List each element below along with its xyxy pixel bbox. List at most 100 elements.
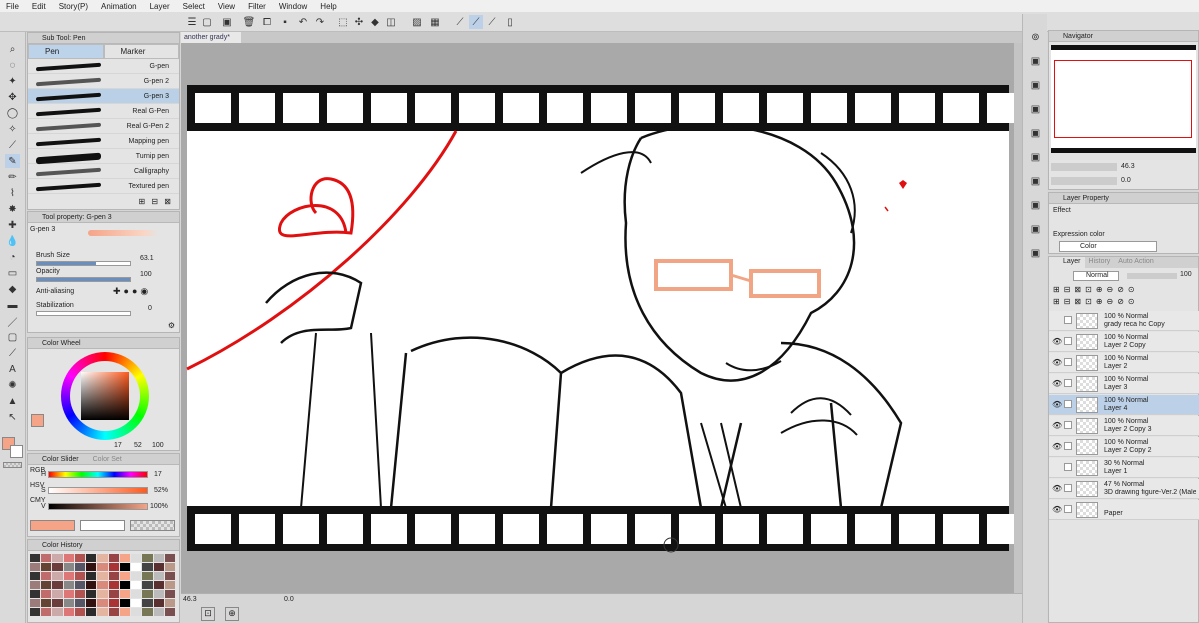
layer-actions-icon[interactable]: ⊞⊟⊠⊡⊕⊖⊘⊙ xyxy=(1053,297,1139,306)
history-swatch[interactable] xyxy=(131,608,142,616)
navigator-zoom-slider[interactable] xyxy=(1051,163,1117,171)
history-swatch[interactable] xyxy=(153,608,164,616)
pen-tool-icon[interactable]: ✎ xyxy=(5,154,20,168)
tab-history[interactable]: History xyxy=(1085,257,1115,268)
stabilization-slider[interactable] xyxy=(36,311,131,316)
history-swatch[interactable] xyxy=(153,572,164,580)
magic-wand-icon[interactable]: ✧ xyxy=(5,122,20,136)
colorslider-title[interactable]: Color Slider xyxy=(42,456,79,463)
hue-value[interactable]: 17 xyxy=(154,471,162,478)
subtool-item[interactable]: Calligraphy xyxy=(28,164,179,179)
crop-icon[interactable]: ▨ xyxy=(410,15,424,29)
eye-icon[interactable]: 👁 xyxy=(1052,358,1062,367)
eraser-icon[interactable]: ▭ xyxy=(5,266,20,280)
navigator-angle[interactable]: 0.0 xyxy=(1121,177,1131,184)
history-swatch[interactable] xyxy=(131,563,142,571)
menu-filter[interactable]: Filter xyxy=(248,2,266,11)
clear-icon[interactable]: ⧠ xyxy=(260,15,274,29)
bucket-icon[interactable]: ◆ xyxy=(368,15,382,29)
ruler-snap-icon[interactable]: ⟋ xyxy=(453,15,467,29)
history-swatch[interactable] xyxy=(63,563,74,571)
tab-layer[interactable]: Layer xyxy=(1049,257,1085,268)
panel-icon-7[interactable]: ▣ xyxy=(1028,198,1043,212)
hamburger-menu-icon[interactable]: ☰ xyxy=(185,15,199,29)
history-swatch[interactable] xyxy=(41,590,52,598)
history-swatch[interactable] xyxy=(86,590,97,598)
toolprop-settings-icon[interactable]: ⚙ xyxy=(168,321,175,330)
panel-icon-5[interactable]: ▣ xyxy=(1028,150,1043,164)
canvas-scrollbar[interactable] xyxy=(1014,43,1022,593)
wheel-main-color-icon[interactable] xyxy=(31,414,44,427)
history-swatch[interactable] xyxy=(119,599,131,607)
history-swatch[interactable] xyxy=(74,554,86,562)
transparent-color-swatch[interactable] xyxy=(3,462,22,468)
history-swatch[interactable] xyxy=(97,590,108,598)
menu-view[interactable]: View xyxy=(218,2,235,11)
history-swatch[interactable] xyxy=(30,599,41,607)
history-swatch[interactable] xyxy=(63,554,74,562)
panel-icon-2[interactable]: ▣ xyxy=(1028,78,1043,92)
zoom-icon[interactable]: ⌕ xyxy=(5,42,20,56)
subtool-item[interactable]: G-pen 3 xyxy=(28,89,179,104)
history-swatch[interactable] xyxy=(63,590,74,598)
history-swatch[interactable] xyxy=(97,554,108,562)
eye-icon[interactable]: 👁 xyxy=(1052,400,1062,409)
slider-main-swatch[interactable] xyxy=(30,520,75,531)
subtool-actions-icon[interactable]: ⊞ ⊟ ⊠ xyxy=(138,197,173,206)
brush-size-slider[interactable] xyxy=(36,261,131,266)
layer-row[interactable]: 👁 100 % Normal Layer 2 xyxy=(1049,353,1199,373)
fill-icon[interactable]: ▪ xyxy=(278,15,292,29)
history-swatch[interactable] xyxy=(164,581,175,589)
history-swatch[interactable] xyxy=(74,581,86,589)
status-zoom[interactable]: 46.3 xyxy=(183,596,197,603)
history-swatch[interactable] xyxy=(119,572,131,580)
history-swatch[interactable] xyxy=(142,590,153,598)
history-swatch[interactable] xyxy=(30,554,41,562)
brightness-value[interactable]: 100% xyxy=(150,503,168,510)
sub-color-swatch[interactable] xyxy=(10,445,23,458)
layer-row[interactable]: 👁 100 % Normal Layer 2 Copy xyxy=(1049,332,1199,352)
navigator-icon[interactable]: ⊕ xyxy=(225,607,239,621)
history-swatch[interactable] xyxy=(86,572,97,580)
artwork-canvas[interactable] xyxy=(181,43,1023,593)
history-swatch[interactable] xyxy=(52,554,63,562)
history-swatch[interactable] xyxy=(86,563,97,571)
history-swatch[interactable] xyxy=(142,608,153,616)
balloon-icon[interactable]: ✺ xyxy=(5,378,20,392)
history-swatch[interactable] xyxy=(30,563,41,571)
history-swatch[interactable] xyxy=(74,563,86,571)
history-swatch[interactable] xyxy=(108,590,119,598)
history-swatch[interactable] xyxy=(30,581,41,589)
history-swatch[interactable] xyxy=(164,590,175,598)
subtool-item[interactable]: Textured pen xyxy=(28,179,179,194)
layer-lock-checkbox[interactable] xyxy=(1064,337,1072,345)
history-swatch[interactable] xyxy=(52,599,63,607)
value-slider[interactable] xyxy=(48,503,148,510)
grid-icon[interactable]: ▦ xyxy=(428,15,442,29)
liquify-icon[interactable]: ◔ xyxy=(5,250,20,264)
subtool-item[interactable]: G-pen xyxy=(28,59,179,74)
layer-row[interactable]: 👁 100 % Normal Layer 4 xyxy=(1049,395,1199,415)
panel-icon-3[interactable]: ▣ xyxy=(1028,102,1043,116)
history-swatch[interactable] xyxy=(119,554,131,562)
text-tool-icon[interactable]: A xyxy=(5,362,20,376)
brush-icon[interactable]: ⌇ xyxy=(5,186,20,200)
history-swatch[interactable] xyxy=(108,554,119,562)
history-swatch[interactable] xyxy=(97,608,108,616)
subtool-item[interactable]: G-pen 2 xyxy=(28,74,179,89)
history-swatch[interactable] xyxy=(142,554,153,562)
eyedropper-icon[interactable]: ⟋ xyxy=(5,138,20,152)
history-swatch[interactable] xyxy=(86,581,97,589)
tab-auto-action[interactable]: Auto Action xyxy=(1114,257,1157,268)
stabilization-value[interactable]: 0 xyxy=(148,305,152,312)
history-swatch[interactable] xyxy=(142,599,153,607)
opacity-slider[interactable] xyxy=(36,277,131,282)
layer-lock-checkbox[interactable] xyxy=(1064,379,1072,387)
layer-lock-checkbox[interactable] xyxy=(1064,463,1072,471)
saturation-value[interactable]: 52% xyxy=(154,487,168,494)
layer-row[interactable]: 👁 Paper xyxy=(1049,500,1199,520)
history-swatch[interactable] xyxy=(164,608,175,616)
special-ruler-snap-icon[interactable]: ⟋ xyxy=(469,15,483,29)
panel-icon-8[interactable]: ▣ xyxy=(1028,222,1043,236)
subtool-item[interactable]: Real G-Pen 2 xyxy=(28,119,179,134)
